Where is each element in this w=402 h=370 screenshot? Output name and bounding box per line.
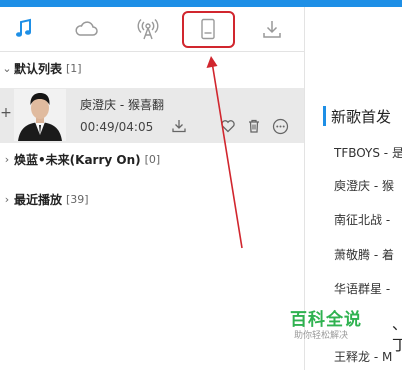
playlist-count: [39] xyxy=(66,192,89,206)
news-item[interactable]: 萧敬腾 - 着 xyxy=(334,246,402,263)
playlist-default[interactable]: ⌄ 默认列表 [1] xyxy=(0,53,304,83)
playlist-karry-on[interactable]: › 焕蓝•未来(Karry On) [0] xyxy=(0,144,304,174)
playlist-name: 默认列表 xyxy=(14,61,63,76)
add-icon[interactable]: + xyxy=(0,105,12,121)
chevron-right-icon: › xyxy=(4,192,10,206)
music-note-icon xyxy=(16,18,31,37)
more-icon xyxy=(272,118,288,134)
watermark-subtitle: 助你轻松解决 xyxy=(294,331,349,341)
new-songs-title: 新歌首发 xyxy=(331,108,392,126)
news-item[interactable]: 华语群星 - xyxy=(334,280,402,297)
window-top-bar xyxy=(0,0,402,7)
playlist-count: [1] xyxy=(66,61,82,75)
song-row[interactable]: + 庾澄庆 - 猴喜翻 00:49/04:05 xyxy=(0,88,304,143)
news-item[interactable]: 庾澄庆 - 猴 xyxy=(334,177,402,194)
playlist-name: 最近播放 xyxy=(14,192,63,207)
tab-radio[interactable] xyxy=(124,7,172,51)
more-button[interactable] xyxy=(271,117,289,135)
song-title: 庾澄庆 - 猴喜翻 xyxy=(80,98,164,112)
watermark-title: 百科全说 xyxy=(290,310,362,330)
playlist-count: [0] xyxy=(144,152,161,166)
annotation-highlight-box xyxy=(182,11,235,48)
tab-download[interactable] xyxy=(248,7,296,51)
news-item-partial: 、丁 xyxy=(392,315,402,354)
download-song-button[interactable] xyxy=(170,117,188,135)
chevron-right-icon: › xyxy=(4,152,10,166)
news-item[interactable]: 南征北战 - xyxy=(334,211,402,228)
tab-bar xyxy=(0,7,304,52)
chevron-down-icon: ⌄ xyxy=(2,61,12,75)
cloud-icon xyxy=(75,21,98,36)
download-icon xyxy=(263,21,281,38)
album-cover xyxy=(14,89,66,141)
section-accent-bar xyxy=(323,106,326,126)
delete-button[interactable] xyxy=(245,117,263,135)
trash-icon xyxy=(249,119,259,133)
news-item[interactable]: TFBOYS - 是 xyxy=(334,144,402,161)
singer-photo xyxy=(14,89,66,141)
heart-icon xyxy=(221,120,235,133)
favorite-button[interactable] xyxy=(219,117,237,135)
tab-cloud[interactable] xyxy=(62,7,110,51)
tab-music[interactable] xyxy=(0,7,48,51)
playlist-recent[interactable]: › 最近播放 [39] xyxy=(0,184,304,214)
download-icon xyxy=(172,120,186,133)
radio-broadcast-icon xyxy=(137,18,159,40)
playlist-name: 焕蓝•未来(Karry On) xyxy=(14,152,141,167)
song-time: 00:49/04:05 xyxy=(80,120,154,134)
